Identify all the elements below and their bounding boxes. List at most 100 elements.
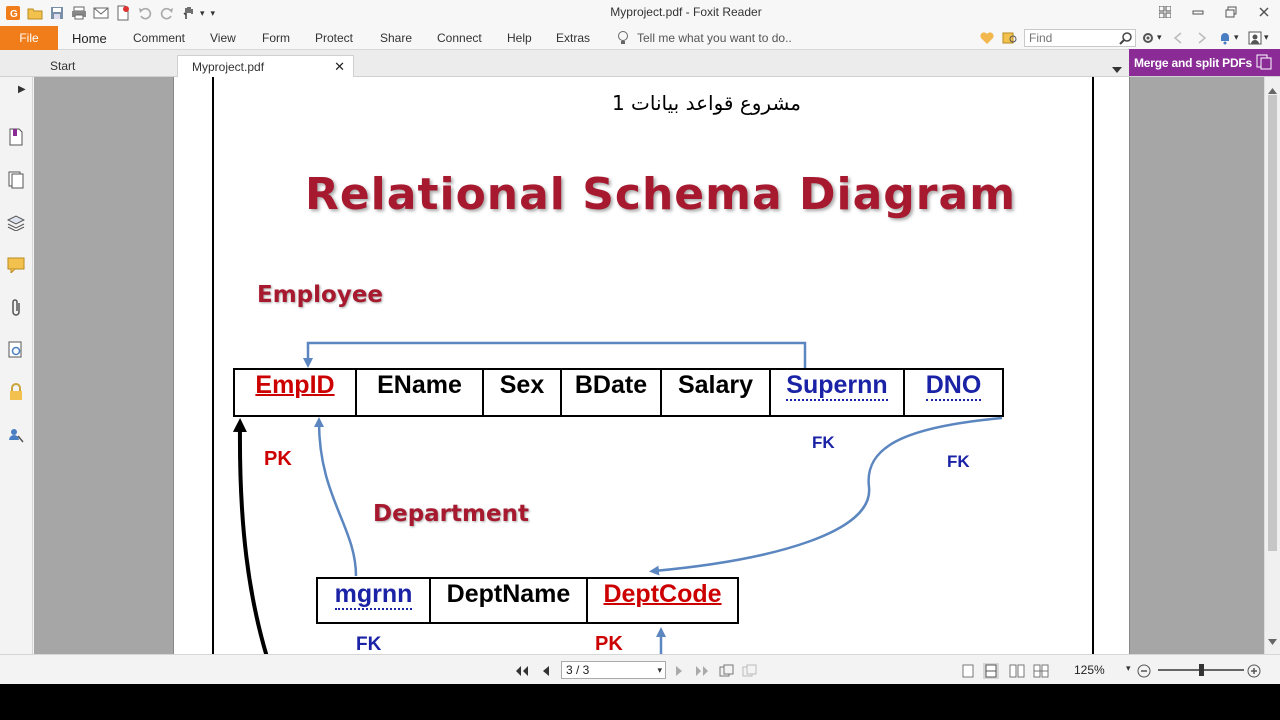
comments-icon[interactable] <box>6 255 26 275</box>
continuous-facing-view-icon[interactable] <box>1033 663 1049 679</box>
page-number-field[interactable]: 3 / 3 ▾ <box>561 661 666 679</box>
employee-col-sex: Sex <box>482 368 562 417</box>
department-col-deptname: DeptName <box>429 577 588 624</box>
continuous-view-icon[interactable] <box>983 663 999 679</box>
tab-list-dropdown-icon[interactable] <box>1112 60 1122 78</box>
department-label: Department <box>373 501 529 527</box>
previous-view-icon[interactable] <box>1170 30 1186 46</box>
dno-fk-label: FK <box>947 452 970 471</box>
user-search-icon[interactable] <box>6 425 26 445</box>
hand-tool-icon[interactable] <box>180 4 198 22</box>
zoom-slider-thumb[interactable] <box>1198 664 1204 676</box>
employee-col-salary: Salary <box>660 368 771 417</box>
email-icon[interactable] <box>92 4 110 22</box>
zoom-dropdown-icon[interactable]: ▾ <box>1126 663 1131 674</box>
page-dropdown-icon[interactable]: ▾ <box>657 662 662 678</box>
ribbon-menu: File Home Comment View Form Protect Shar… <box>0 26 1280 50</box>
bookmarks-icon[interactable] <box>6 127 26 147</box>
zoom-level: 125% <box>1074 663 1105 677</box>
merge-split-promo-button[interactable]: Merge and split PDFs <box>1129 49 1280 76</box>
layers-icon[interactable] <box>6 213 26 233</box>
foxit-logo-icon: G <box>4 4 22 22</box>
close-tab-icon[interactable]: ✕ <box>334 59 345 75</box>
previous-view-status-icon[interactable] <box>719 663 735 679</box>
find-input[interactable] <box>1029 30 1119 46</box>
vertical-scrollbar[interactable] <box>1264 77 1280 654</box>
settings-dropdown-icon[interactable]: ▾ <box>1157 32 1162 43</box>
slide-title: Relational Schema Diagram <box>304 169 1017 220</box>
zoom-in-icon[interactable] <box>1246 663 1262 679</box>
employee-col-supernn: Supernn <box>769 368 905 417</box>
employee-col-ename: EName <box>355 368 484 417</box>
single-page-view-icon[interactable] <box>960 663 976 679</box>
minimize-icon[interactable] <box>1181 0 1214 24</box>
tab-connect[interactable]: Connect <box>437 26 482 50</box>
document-view[interactable]: مشروع قواعد بيانات 1 Relational Schema D… <box>34 77 1264 654</box>
find-field[interactable] <box>1024 29 1136 47</box>
signature-icon[interactable] <box>6 340 26 360</box>
expand-sidebar-icon[interactable]: ▶ <box>18 84 26 95</box>
open-folder-icon[interactable] <box>26 4 44 22</box>
next-page-icon[interactable] <box>671 663 687 679</box>
search-icon[interactable] <box>1119 31 1133 49</box>
gear-icon[interactable] <box>1140 30 1156 46</box>
employee-col-bdate: BDate <box>560 368 662 417</box>
scroll-down-icon[interactable] <box>1268 632 1277 650</box>
tab-myproject[interactable]: Myproject.pdf ✕ <box>177 55 354 77</box>
tell-me-text: Tell me what you want to do.. <box>637 31 792 45</box>
mgrnn-fk-label: FK <box>356 634 382 654</box>
employee-label: Employee <box>257 282 384 308</box>
next-view-status-icon[interactable] <box>742 663 758 679</box>
favorite-icon[interactable] <box>979 30 995 46</box>
notification-dropdown-icon[interactable]: ▾ <box>1234 32 1239 43</box>
notification-bell-icon[interactable] <box>1217 30 1233 46</box>
window-controls <box>1148 0 1280 24</box>
facing-view-icon[interactable] <box>1009 663 1025 679</box>
department-col-mgrnn: mgrnn <box>316 577 431 624</box>
pages-icon[interactable] <box>6 170 26 190</box>
save-icon[interactable] <box>48 4 66 22</box>
attachments-icon[interactable] <box>6 298 26 318</box>
tell-me-search[interactable]: Tell me what you want to do.. <box>617 26 792 50</box>
tab-start[interactable]: Start <box>36 55 176 77</box>
tab-extras[interactable]: Extras <box>556 26 590 50</box>
employee-table: EmpID EName Sex BDate Salary Supernn DNO <box>233 368 1004 417</box>
department-col-deptcode: DeptCode <box>586 577 739 624</box>
zoom-out-icon[interactable] <box>1136 663 1152 679</box>
next-view-icon[interactable] <box>1194 30 1210 46</box>
previous-page-icon[interactable] <box>538 663 554 679</box>
department-pk-label: PK <box>595 633 623 654</box>
tab-view[interactable]: View <box>210 26 236 50</box>
tab-protect[interactable]: Protect <box>315 26 353 50</box>
tab-home[interactable]: Home <box>72 26 107 50</box>
user-account-icon[interactable] <box>1247 30 1263 46</box>
tab-share[interactable]: Share <box>380 26 412 50</box>
first-page-icon[interactable] <box>514 663 530 679</box>
redo-icon[interactable] <box>158 4 176 22</box>
customize-toolbar-icon[interactable]: ▾ <box>211 8 216 19</box>
supernn-fk-label: FK <box>812 433 835 452</box>
chevron-down-icon[interactable]: ▾ <box>200 8 205 19</box>
find-options-icon[interactable] <box>1002 30 1018 46</box>
security-lock-icon[interactable] <box>6 382 26 402</box>
account-dropdown-icon[interactable]: ▾ <box>1264 32 1269 43</box>
slide-frame <box>212 77 1094 654</box>
navigation-sidebar: ▶ <box>0 77 33 654</box>
tab-form[interactable]: Form <box>262 26 290 50</box>
tab-comment[interactable]: Comment <box>133 26 185 50</box>
tab-help[interactable]: Help <box>507 26 532 50</box>
page-indicator: 3 / 3 <box>566 663 590 677</box>
scrollbar-thumb[interactable] <box>1268 95 1277 551</box>
new-document-icon[interactable] <box>114 4 132 22</box>
status-bar: 3 / 3 ▾ 125% ▾ <box>0 654 1280 684</box>
file-tab[interactable]: File <box>0 26 58 50</box>
arabic-title: مشروع قواعد بيانات 1 <box>611 91 802 115</box>
tab-document-label: Myproject.pdf <box>192 59 265 74</box>
print-icon[interactable] <box>70 4 88 22</box>
close-icon[interactable] <box>1247 0 1280 24</box>
undo-icon[interactable] <box>136 4 154 22</box>
restore-icon[interactable] <box>1214 0 1247 24</box>
last-page-icon[interactable] <box>694 663 710 679</box>
employee-col-empid: EmpID <box>233 368 357 417</box>
ribbon-display-icon[interactable] <box>1148 0 1181 24</box>
